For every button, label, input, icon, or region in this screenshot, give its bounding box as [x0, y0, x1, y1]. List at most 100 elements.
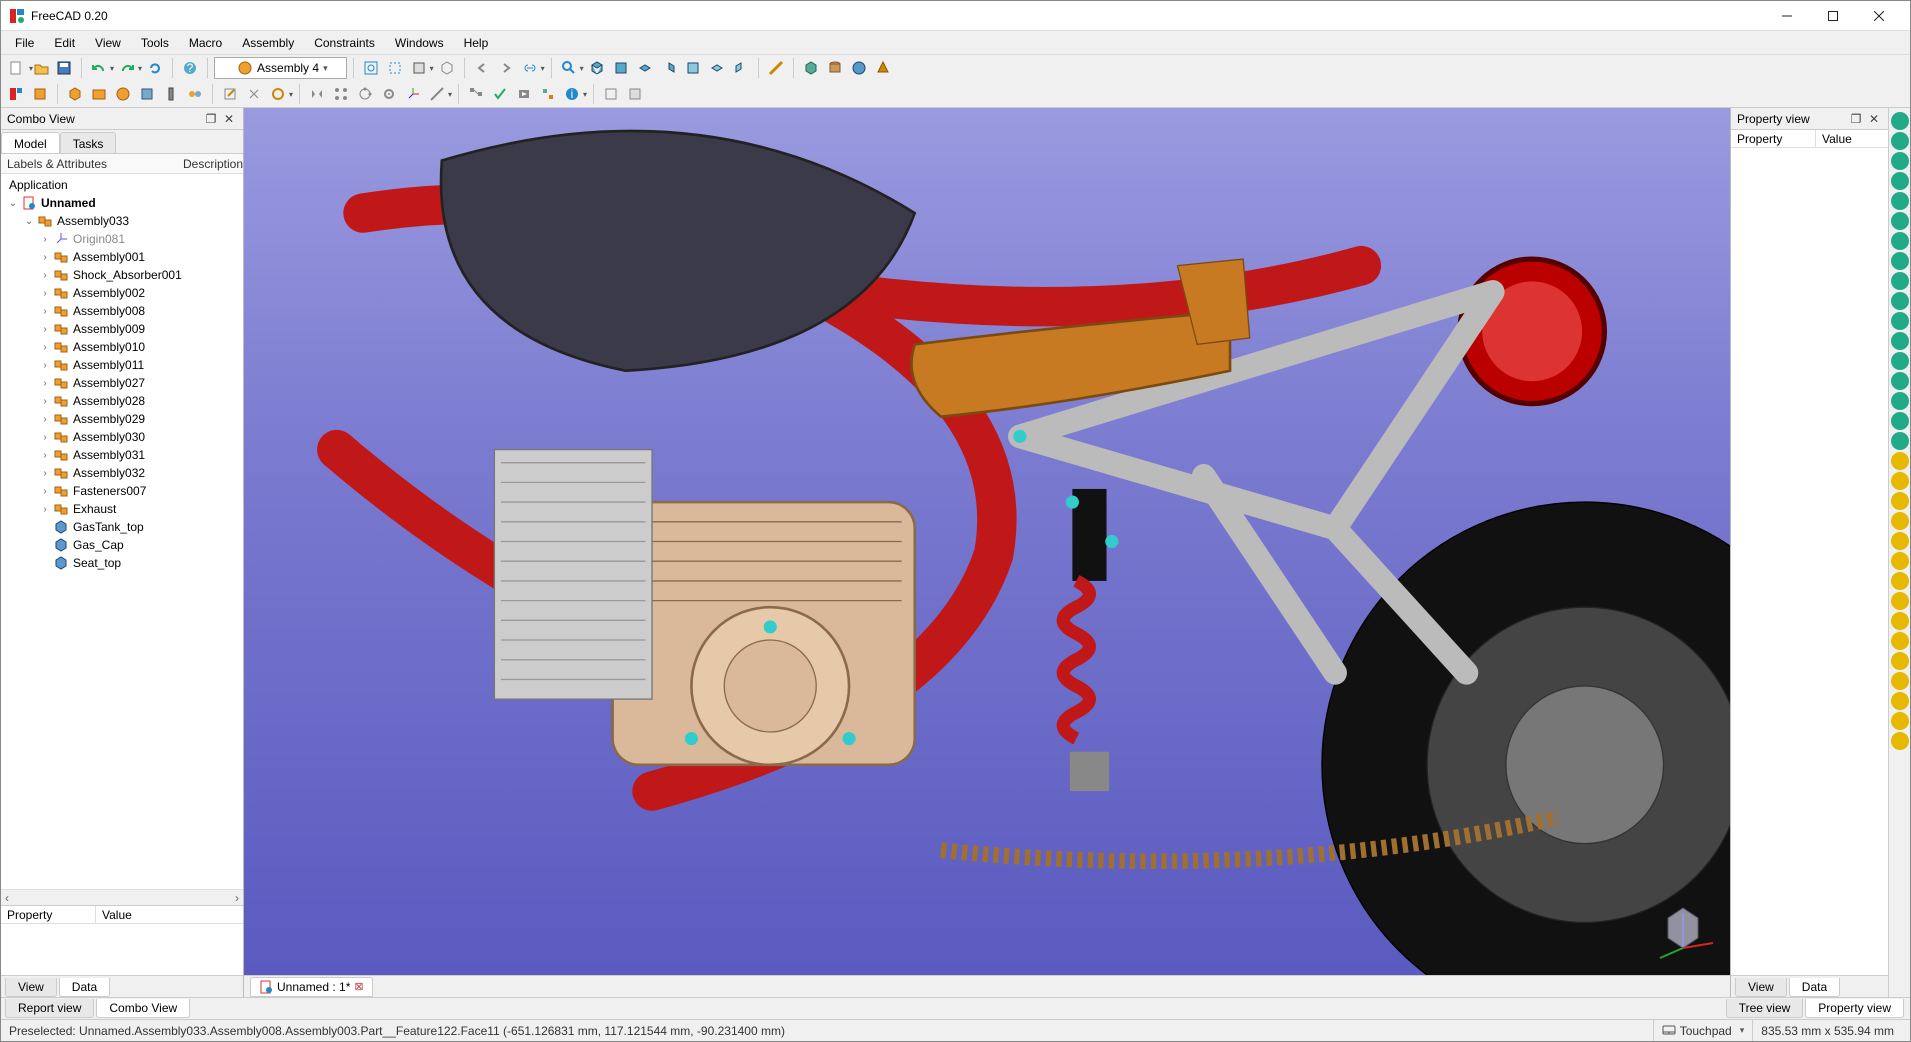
gutter-icon[interactable]	[1891, 112, 1909, 130]
link-icon[interactable]	[519, 57, 541, 79]
gutter-icon[interactable]	[1891, 212, 1909, 230]
gutter-icon[interactable]	[1891, 692, 1909, 710]
gutter-icon[interactable]	[1891, 512, 1909, 530]
gutter-icon[interactable]	[1891, 432, 1909, 450]
gutter-icon[interactable]	[1891, 192, 1909, 210]
status-nav-style[interactable]: Touchpad ▾	[1653, 1020, 1753, 1041]
gutter-icon[interactable]	[1891, 132, 1909, 150]
tree-item[interactable]: ›Assembly028	[1, 392, 243, 410]
maximize-button[interactable]	[1810, 1, 1856, 31]
asm-insert-icon[interactable]	[136, 83, 158, 105]
gutter-icon[interactable]	[1891, 672, 1909, 690]
asm-anim-icon[interactable]	[513, 83, 535, 105]
fit-selection-icon[interactable]	[384, 57, 406, 79]
asm-measure2-icon[interactable]	[426, 83, 448, 105]
zoom-icon[interactable]	[558, 57, 580, 79]
asm-mirror-icon[interactable]	[306, 83, 328, 105]
new-doc-icon[interactable]	[5, 57, 27, 79]
view-bottom-icon[interactable]	[706, 57, 728, 79]
asm-tree-icon[interactable]	[465, 83, 487, 105]
gutter-icon[interactable]	[1891, 172, 1909, 190]
gutter-icon[interactable]	[1891, 452, 1909, 470]
asm-screw-icon[interactable]	[160, 83, 182, 105]
part-cone-icon[interactable]	[872, 57, 894, 79]
asm-info-icon[interactable]: i	[561, 83, 583, 105]
minimize-button[interactable]	[1764, 1, 1810, 31]
tree-item[interactable]: ›Fasteners007	[1, 482, 243, 500]
draw-style-icon[interactable]	[408, 57, 430, 79]
gutter-icon[interactable]	[1891, 272, 1909, 290]
doc-tab-close-icon[interactable]: ⊠	[354, 980, 363, 993]
prop-btab-data[interactable]: Data	[1789, 978, 1840, 997]
asm-array-icon[interactable]	[330, 83, 352, 105]
tree-item[interactable]: ›Assembly009	[1, 320, 243, 338]
gutter-icon[interactable]	[1891, 392, 1909, 410]
menu-tools[interactable]: Tools	[131, 33, 179, 53]
menu-edit[interactable]: Edit	[44, 33, 85, 53]
gutter-icon[interactable]	[1891, 292, 1909, 310]
asm-gear-icon[interactable]	[378, 83, 400, 105]
tree-item[interactable]: ›Assembly001	[1, 248, 243, 266]
view-top-icon[interactable]	[634, 57, 656, 79]
tree-hscroll[interactable]: ‹›	[1, 889, 243, 905]
tree-item[interactable]: Seat_top	[1, 554, 243, 572]
asm-acs-icon[interactable]	[402, 83, 424, 105]
tree-body[interactable]: Application ⌄ Unnamed ⌄ Assembly033 › Or…	[1, 174, 243, 889]
asm-solve-icon[interactable]	[267, 83, 289, 105]
gutter-icon[interactable]	[1891, 532, 1909, 550]
gutter-icon[interactable]	[1891, 232, 1909, 250]
asm-new-model-icon[interactable]	[5, 83, 27, 105]
refresh-icon[interactable]	[144, 57, 166, 79]
gutter-icon[interactable]	[1891, 152, 1909, 170]
part-box-icon[interactable]	[800, 57, 822, 79]
tree-item[interactable]: ›Shock_Absorber001	[1, 266, 243, 284]
undo-icon[interactable]	[88, 57, 110, 79]
gutter-icon[interactable]	[1891, 572, 1909, 590]
view-left-icon[interactable]	[730, 57, 752, 79]
menu-macro[interactable]: Macro	[179, 33, 232, 53]
asm-config-icon[interactable]	[537, 83, 559, 105]
close-panel-icon[interactable]: ✕	[221, 111, 237, 127]
close-button[interactable]	[1856, 1, 1902, 31]
undock-icon[interactable]: ❐	[203, 111, 219, 127]
tree-assembly-root[interactable]: ⌄ Assembly033	[1, 212, 243, 230]
gutter-icon[interactable]	[1891, 652, 1909, 670]
asm-variant-icon[interactable]	[184, 83, 206, 105]
undock-icon[interactable]: ❐	[1848, 111, 1864, 127]
tree-doc-root[interactable]: ⌄ Unnamed	[1, 194, 243, 212]
prop-btab-view[interactable]: View	[1735, 978, 1787, 997]
menu-file[interactable]: File	[5, 33, 44, 53]
part-sphere-icon[interactable]	[848, 57, 870, 79]
footer-tab-report[interactable]: Report view	[5, 999, 94, 1018]
open-doc-icon[interactable]: ▾	[29, 57, 51, 79]
tree-item[interactable]: ›Assembly031	[1, 446, 243, 464]
combo-btab-view[interactable]: View	[5, 978, 57, 997]
tab-tasks[interactable]: Tasks	[60, 132, 117, 153]
tree-item[interactable]: ›Assembly008	[1, 302, 243, 320]
nav-forward-icon[interactable]	[495, 57, 517, 79]
tree-item[interactable]: Gas_Cap	[1, 536, 243, 554]
view-rear-icon[interactable]	[682, 57, 704, 79]
gutter-icon[interactable]	[1891, 712, 1909, 730]
gutter-icon[interactable]	[1891, 612, 1909, 630]
tree-origin[interactable]: › Origin081	[1, 230, 243, 248]
gutter-icon[interactable]	[1891, 492, 1909, 510]
gutter-icon[interactable]	[1891, 352, 1909, 370]
gutter-icon[interactable]	[1891, 312, 1909, 330]
gutter-icon[interactable]	[1891, 372, 1909, 390]
nav-cube[interactable]	[1648, 893, 1718, 963]
asm-release-icon[interactable]	[243, 83, 265, 105]
gutter-icon[interactable]	[1891, 412, 1909, 430]
asm-check-icon[interactable]	[489, 83, 511, 105]
footer-tab-combo[interactable]: Combo View	[96, 999, 190, 1018]
footer-tab-property[interactable]: Property view	[1805, 999, 1904, 1018]
asm-circular-icon[interactable]	[354, 83, 376, 105]
doc-tab[interactable]: Unnamed : 1* ⊠	[250, 977, 373, 997]
menu-view[interactable]: View	[85, 33, 131, 53]
menu-constraints[interactable]: Constraints	[304, 33, 385, 53]
workbench-selector[interactable]: Assembly 4 ▾	[214, 57, 347, 79]
tree-item[interactable]: ›Exhaust	[1, 500, 243, 518]
asm-show-icon[interactable]	[624, 83, 646, 105]
viewport-3d[interactable]	[244, 108, 1730, 975]
asm-link-icon[interactable]	[112, 83, 134, 105]
